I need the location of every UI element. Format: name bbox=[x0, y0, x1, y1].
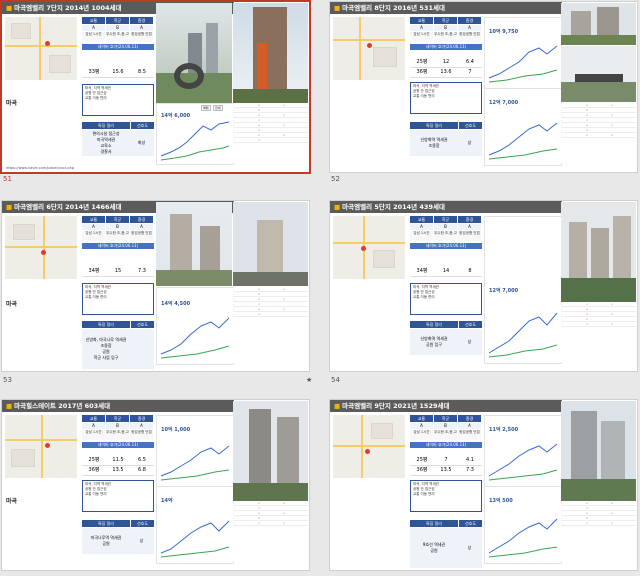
star-icon: ★ bbox=[306, 376, 313, 384]
listing-table: · ✓ ✓ · ✓ · ✓ ✓ · ✓ · ✓ ✓ bbox=[561, 302, 636, 362]
home-icon: ■ bbox=[334, 4, 341, 12]
size-table: 34평 14 8 bbox=[410, 267, 482, 277]
slide-51[interactable]: ■ 마곡엠밸리 7단지 2014년 1004세대 교통 학군 환경 ABA 강남 1시… bbox=[2, 2, 309, 172]
home-icon: ■ bbox=[6, 203, 13, 211]
slide-55[interactable]: ■ 마곡힐스테이트 2017년 603세대 교통 학군 환경 ABA 강남 1시간 우수… bbox=[2, 400, 309, 570]
home-icon: ■ bbox=[334, 203, 341, 211]
grade-table: 교통 학군 환경 ABA 강남 1시간 우수한 초,중,고 한강공원 인접 네이버 호가… bbox=[82, 415, 154, 448]
area-label: 마곡 bbox=[6, 301, 18, 308]
slide-number: 53 bbox=[3, 376, 12, 384]
listing-table: · ✓ ✓ · ✓ · ✓ ✓ · ✓ · ✓ ✓ · ✓ · ✓ ✓ bbox=[561, 103, 636, 163]
grade-table: 교통 학군 환경 ABA 강남 1시간 우수한 초,중,고 한강공원 인접 네이버 호가… bbox=[82, 17, 154, 50]
footnote-link[interactable]: https://www.naver.com/place/xxxx.php bbox=[6, 166, 74, 170]
description-box: 마곡, 지역 역세권 공원 안 접근성 교통 이동 편리 bbox=[410, 283, 482, 315]
slide-number: 52 bbox=[331, 175, 340, 183]
price-chart-25: 10억 9,750 bbox=[484, 17, 562, 89]
location-map bbox=[333, 17, 405, 80]
highrise-photo bbox=[561, 401, 636, 501]
size-table: 25평 7 4.1 36평 13.5 7.3 bbox=[410, 456, 482, 476]
price-chart-36: 14억 bbox=[156, 486, 234, 564]
home-icon: ■ bbox=[6, 4, 13, 12]
listing-table: · ✓ ✓ · ✓ · ✓ ✓ · ✓ · ✓ ✓ bbox=[233, 501, 308, 561]
park-photo bbox=[561, 202, 636, 302]
slide-56[interactable]: ■ 마곡엠밸리 9단지 2021년 1529세대 교통 학군 환경 ABA 강남 1시… bbox=[330, 400, 637, 570]
location-map bbox=[5, 216, 77, 279]
size-table: 33평 15.6 8.5 bbox=[82, 68, 154, 78]
location-map bbox=[333, 216, 405, 279]
location-map bbox=[5, 415, 77, 478]
slide-53[interactable]: ■ 마곡엠밸리 6단지 2014년 1466세대 교통 학군 환경 ABA 강남 1시… bbox=[2, 201, 309, 371]
price-chart-36: 12억 7,000 bbox=[484, 88, 562, 166]
size-table: 25평 12 6.4 36평 13.6 7 bbox=[410, 58, 482, 78]
price-chart: 12억 7,000 bbox=[484, 216, 562, 364]
grade-table: 교통 학군 환경 ABA 강남 1시간 우수한 초,중,고 한강공원 인접 네이버 호가… bbox=[82, 216, 154, 249]
price-chart: 14억 4,500 bbox=[156, 287, 234, 365]
slide-number: 51 bbox=[3, 175, 12, 183]
feature-table: 특징 정리 선호도 9호선 역세권 공원 상 bbox=[410, 520, 482, 568]
feature-table: 특징 정리 선호도 편의시설 접근성 마곡역세권 교육소 경찰서 화성 bbox=[82, 122, 154, 156]
gate-photo bbox=[561, 46, 636, 102]
location-map bbox=[333, 415, 405, 478]
feature-table: 특징 정리 선호도 마곡나루역 역세권 공원 상 bbox=[82, 520, 154, 554]
naver-price-link[interactable]: 네이버 호가(24.06.11) bbox=[410, 243, 482, 249]
naver-price-link[interactable]: 네이버 호가(24.06.11) bbox=[82, 243, 154, 249]
size-table: 34평 15 7.3 bbox=[82, 267, 154, 277]
naver-price-link[interactable]: 네이버 호가(24.06.11) bbox=[410, 442, 482, 448]
home-icon: ■ bbox=[334, 402, 341, 410]
price-chart-36: 13억 500 bbox=[484, 486, 562, 564]
building-photo bbox=[233, 3, 308, 103]
naver-price-link[interactable]: 네이버 호가(24.06.11) bbox=[410, 44, 482, 50]
slide-54[interactable]: ■ 마곡엠밸리 5단지 2014년 439세대 교통 학군 환경 ABA 강남 1시간… bbox=[330, 201, 637, 371]
area-label: 마곡 bbox=[6, 498, 18, 505]
slide-title: ■ 마곡엠밸리 5단지 2014년 439세대 bbox=[330, 201, 562, 213]
apartment-photo bbox=[156, 202, 232, 286]
slide-title: ■ 마곡힐스테이트 2017년 603세대 bbox=[2, 400, 234, 412]
sculpture-photo bbox=[156, 3, 232, 103]
description-box: 마곡, 지역 역세권 공원 안 접근성 교통 이동 편리 bbox=[410, 480, 482, 512]
slide-number: 54 bbox=[331, 376, 340, 384]
description-box: 마곡, 지역 역세권 공원 안 접근성 교통 이동 편리 bbox=[82, 283, 154, 315]
price-chart-25: 11억 2,500 bbox=[484, 415, 562, 487]
location-map bbox=[5, 17, 77, 80]
grade-table: 교통 학군 환경 ABA 강남 1시간 우수한 초,중,고 한강공원 인접 네이버 호가… bbox=[410, 216, 482, 249]
feature-table: 특징 정리 선호도 신방화, 마곡나루 역세권 조용함 공원 학군 사업 입구 bbox=[82, 321, 154, 369]
grade-table: 교통 학군 환경 ABA 강남 1시간 우수한 초,중,고 한강공원 인접 네이버 호가… bbox=[410, 17, 482, 50]
feature-table: 특징 정리 선호도 신방화역 역세권 조용함 상 bbox=[410, 122, 482, 156]
home-icon: ■ bbox=[6, 402, 13, 410]
description-box: 마곡, 지역 역세권 공원 안 접근성 교통 이동 편리 bbox=[82, 84, 154, 116]
listing-table: · ✓ ✓ · ✓ · ✓ ✓ · ✓ · ✓ ✓ bbox=[561, 501, 636, 561]
price-chart-25: 10억 1,000 bbox=[156, 415, 234, 487]
description-box: 마곡, 지역 역세권 공원 안 접근성 교통 이동 편리 bbox=[410, 82, 482, 114]
grade-table: 교통 학군 환경 ABA 강남 1시간 우수한 초,중,고 한강공원 인접 네이버 호가… bbox=[410, 415, 482, 448]
description-box: 마곡, 지역 역세권 공원 안 접근성 교통 이동 편리 bbox=[82, 480, 154, 512]
slide-title: ■ 마곡엠밸리 8단지 2016년 531세대 bbox=[330, 2, 562, 14]
size-table: 25평 11.5 6.5 36평 13.5 6.8 bbox=[82, 456, 154, 476]
complex-photo bbox=[561, 3, 636, 45]
slide-title: ■ 마곡엠밸리 9단지 2021년 1529세대 bbox=[330, 400, 562, 412]
price-chart: 14억 6,000 매매 전세 bbox=[156, 103, 234, 165]
street-photo bbox=[233, 202, 308, 286]
feature-table: 특징 정리 선호도 신방화역 역세권 공원 입구 상 bbox=[410, 321, 482, 355]
slide-52[interactable]: ■ 마곡엠밸리 8단지 2016년 531세대 교통 학군 환경 ABA 강남 1시간… bbox=[330, 2, 637, 172]
naver-price-link[interactable]: 네이버 호가(24.06.11) bbox=[82, 442, 154, 448]
area-label: 마곡 bbox=[6, 100, 18, 107]
tower-photo bbox=[233, 401, 308, 501]
listing-table: · ✓ ✓ · ✓ · ✓ ✓ · ✓ · ✓ ✓ · ✓ · ✓ ✓ · ✓ bbox=[233, 103, 308, 163]
listing-table: · ✓ ✓ · ✓ · ✓ ✓ · ✓ · ✓ ✓ · ✓ bbox=[233, 287, 308, 363]
naver-price-link[interactable]: 네이버 호가(24.06.11) bbox=[82, 44, 154, 50]
